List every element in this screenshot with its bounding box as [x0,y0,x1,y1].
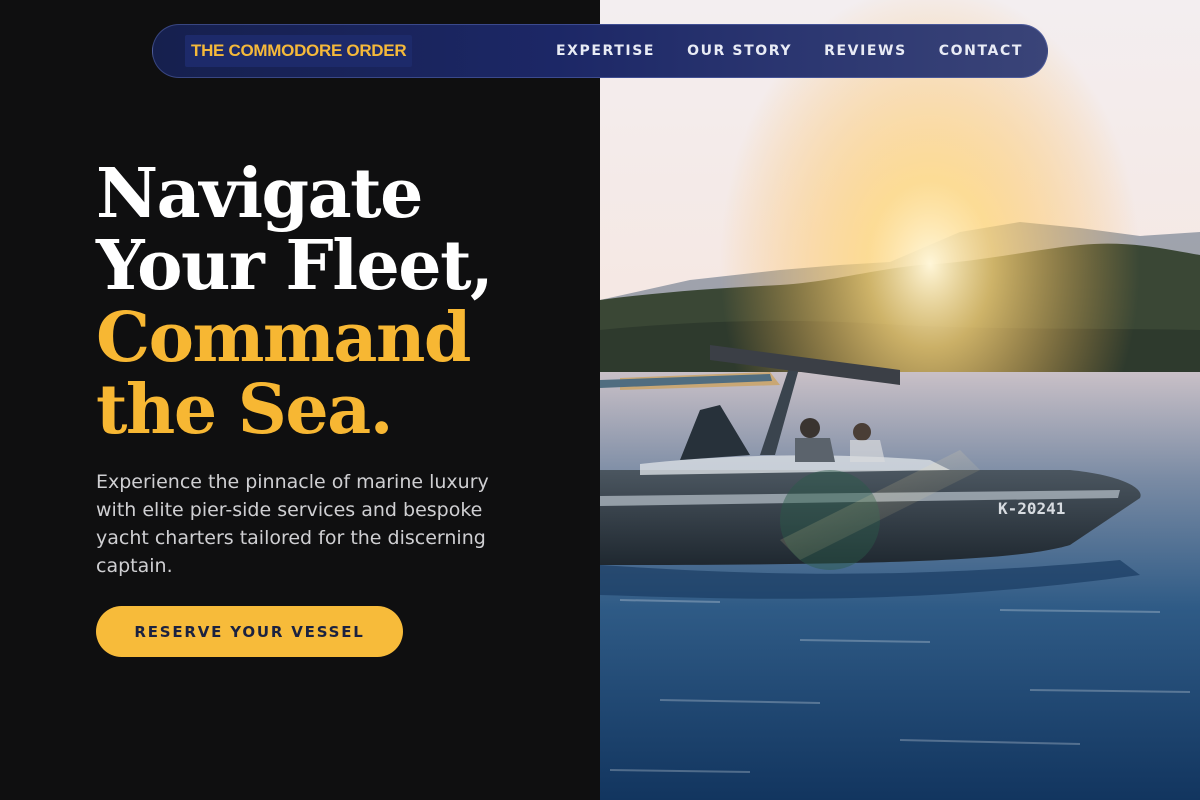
top-navbar: THE COMMODORE ORDER EXPERTISE OUR STORY … [152,24,1048,78]
hero-title: Navigate Your Fleet, Command the Sea. [96,158,576,446]
hero-photo: K-20241 [600,0,1200,800]
nav-link-reviews[interactable]: REVIEWS [824,43,907,59]
hero-title-line-2: Your Fleet, [96,226,494,306]
reserve-vessel-button[interactable]: RESERVE YOUR VESSEL [96,606,403,657]
hero-subtitle: Experience the pinnacle of marine luxury… [96,471,489,577]
hero-title-line-4: the Sea. [96,370,393,450]
hero-title-line-1: Navigate [96,154,423,234]
nav-link-our-story[interactable]: OUR STORY [687,43,792,59]
hero-title-line-3: Command [96,298,471,378]
hull-number: K-20241 [998,499,1065,518]
brand-logo[interactable]: THE COMMODORE ORDER [185,35,413,67]
nav-link-contact[interactable]: CONTACT [939,43,1023,59]
nav-links: EXPERTISE OUR STORY REVIEWS CONTACT [556,43,1023,59]
speedboat-sunset-image: K-20241 [600,0,1200,800]
nav-link-expertise[interactable]: EXPERTISE [556,43,655,59]
